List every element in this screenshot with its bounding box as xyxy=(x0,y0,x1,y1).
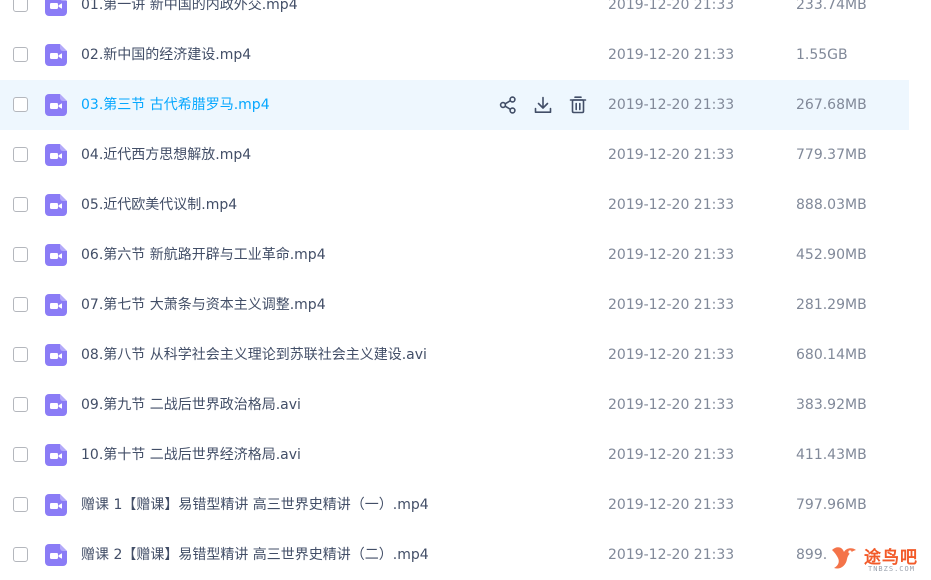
file-size: 411.43MB xyxy=(796,447,867,463)
file-row[interactable]: 07.第七节 大萧条与资本主义调整.mp4 2019-12-20 21:33 2… xyxy=(0,280,909,330)
share-button[interactable] xyxy=(498,95,518,115)
file-name[interactable]: 08.第八节 从科学社会主义理论到苏联社会主义建设.avi xyxy=(81,330,427,380)
row-checkbox[interactable] xyxy=(13,397,28,412)
file-modified-date: 2019-12-20 21:33 xyxy=(608,297,735,313)
file-size: 233.74MB xyxy=(796,0,867,13)
file-size: 680.14MB xyxy=(796,347,867,363)
file-row[interactable]: 06.第六节 新航路开辟与工业革命.mp4 2019-12-20 21:33 4… xyxy=(0,230,909,280)
file-row[interactable]: 04.近代西方思想解放.mp4 2019-12-20 21:33 779.37M… xyxy=(0,130,909,180)
file-name[interactable]: 赠课 2【赠课】易错型精讲 高三世界史精讲（二）.mp4 xyxy=(81,530,429,580)
download-icon xyxy=(534,96,552,114)
row-checkbox[interactable] xyxy=(13,147,28,162)
file-row-hovered[interactable]: 03.第三节 古代希腊罗马.mp4 2019-12-20 21:33 267.6… xyxy=(0,80,909,130)
download-button[interactable] xyxy=(533,95,553,115)
file-name[interactable]: 03.第三节 古代希腊罗马.mp4 xyxy=(81,80,270,130)
file-modified-date: 2019-12-20 21:33 xyxy=(608,47,735,63)
file-modified-date: 2019-12-20 21:33 xyxy=(608,197,735,213)
file-modified-date: 2019-12-20 21:33 xyxy=(608,447,735,463)
share-icon xyxy=(499,96,516,114)
file-name[interactable]: 赠课 1【赠课】易错型精讲 高三世界史精讲（一）.mp4 xyxy=(81,480,429,530)
file-modified-date: 2019-12-20 21:33 xyxy=(608,147,735,163)
file-name[interactable]: 10.第十节 二战后世界经济格局.avi xyxy=(81,430,301,480)
file-row[interactable]: 08.第八节 从科学社会主义理论到苏联社会主义建设.avi 2019-12-20… xyxy=(0,330,909,380)
file-list: 01.第一讲 新中国的内政外交.mp4 2019-12-20 21:33 233… xyxy=(0,0,931,580)
file-name[interactable]: 07.第七节 大萧条与资本主义调整.mp4 xyxy=(81,280,326,330)
file-size: 267.68MB xyxy=(796,97,867,113)
watermark-logo: 途鸟吧 TNBZS.COM xyxy=(826,540,926,576)
row-checkbox[interactable] xyxy=(13,447,28,462)
row-checkbox[interactable] xyxy=(13,347,28,362)
file-size: 383.92MB xyxy=(796,397,867,413)
file-size: 888.03MB xyxy=(796,197,867,213)
scrollbar-track[interactable] xyxy=(909,0,931,579)
file-size: 779.37MB xyxy=(796,147,867,163)
file-modified-date: 2019-12-20 21:33 xyxy=(608,497,735,513)
file-modified-date: 2019-12-20 21:33 xyxy=(608,547,735,563)
file-modified-date: 2019-12-20 21:33 xyxy=(608,247,735,263)
file-row[interactable]: 05.近代欧美代议制.mp4 2019-12-20 21:33 888.03MB xyxy=(0,180,909,230)
video-file-icon xyxy=(45,94,67,116)
file-size: 1.55GB xyxy=(796,47,848,63)
video-file-icon xyxy=(45,544,67,566)
video-file-icon xyxy=(45,244,67,266)
file-modified-date: 2019-12-20 21:33 xyxy=(608,0,735,13)
delete-button[interactable] xyxy=(568,95,588,115)
row-checkbox[interactable] xyxy=(13,97,28,112)
bird-logo-icon xyxy=(832,547,856,569)
file-modified-date: 2019-12-20 21:33 xyxy=(608,347,735,363)
file-name[interactable]: 01.第一讲 新中国的内政外交.mp4 xyxy=(81,0,298,30)
file-row[interactable]: 02.新中国的经济建设.mp4 2019-12-20 21:33 1.55GB xyxy=(0,30,909,80)
file-size: 899. xyxy=(796,547,828,563)
file-name[interactable]: 09.第九节 二战后世界政治格局.avi xyxy=(81,380,301,430)
file-row[interactable]: 09.第九节 二战后世界政治格局.avi 2019-12-20 21:33 38… xyxy=(0,380,909,430)
video-file-icon xyxy=(45,194,67,216)
video-file-icon xyxy=(45,294,67,316)
file-modified-date: 2019-12-20 21:33 xyxy=(608,97,735,113)
row-checkbox[interactable] xyxy=(13,497,28,512)
delete-icon xyxy=(569,96,587,114)
file-modified-date: 2019-12-20 21:33 xyxy=(608,397,735,413)
watermark-subtext: TNBZS.COM xyxy=(868,565,915,573)
file-size: 797.96MB xyxy=(796,497,867,513)
file-name[interactable]: 06.第六节 新航路开辟与工业革命.mp4 xyxy=(81,230,326,280)
video-file-icon xyxy=(45,444,67,466)
row-checkbox[interactable] xyxy=(13,297,28,312)
file-size: 452.90MB xyxy=(796,247,867,263)
row-checkbox[interactable] xyxy=(13,197,28,212)
file-name[interactable]: 05.近代欧美代议制.mp4 xyxy=(81,180,237,230)
video-file-icon xyxy=(45,144,67,166)
file-row[interactable]: 10.第十节 二战后世界经济格局.avi 2019-12-20 21:33 41… xyxy=(0,430,909,480)
video-file-icon xyxy=(45,494,67,516)
file-row[interactable]: 01.第一讲 新中国的内政外交.mp4 2019-12-20 21:33 233… xyxy=(0,0,909,30)
file-size: 281.29MB xyxy=(796,297,867,313)
file-name[interactable]: 02.新中国的经济建设.mp4 xyxy=(81,30,251,80)
file-row[interactable]: 赠课 1【赠课】易错型精讲 高三世界史精讲（一）.mp4 2019-12-20 … xyxy=(0,480,909,530)
row-checkbox[interactable] xyxy=(13,0,28,12)
file-row[interactable]: 赠课 2【赠课】易错型精讲 高三世界史精讲（二）.mp4 2019-12-20 … xyxy=(0,530,909,580)
row-checkbox[interactable] xyxy=(13,247,28,262)
row-checkbox[interactable] xyxy=(13,47,28,62)
video-file-icon xyxy=(45,344,67,366)
video-file-icon xyxy=(45,44,67,66)
row-actions xyxy=(498,95,603,115)
file-name[interactable]: 04.近代西方思想解放.mp4 xyxy=(81,130,251,180)
row-checkbox[interactable] xyxy=(13,547,28,562)
video-file-icon xyxy=(45,394,67,416)
video-file-icon xyxy=(45,0,67,16)
